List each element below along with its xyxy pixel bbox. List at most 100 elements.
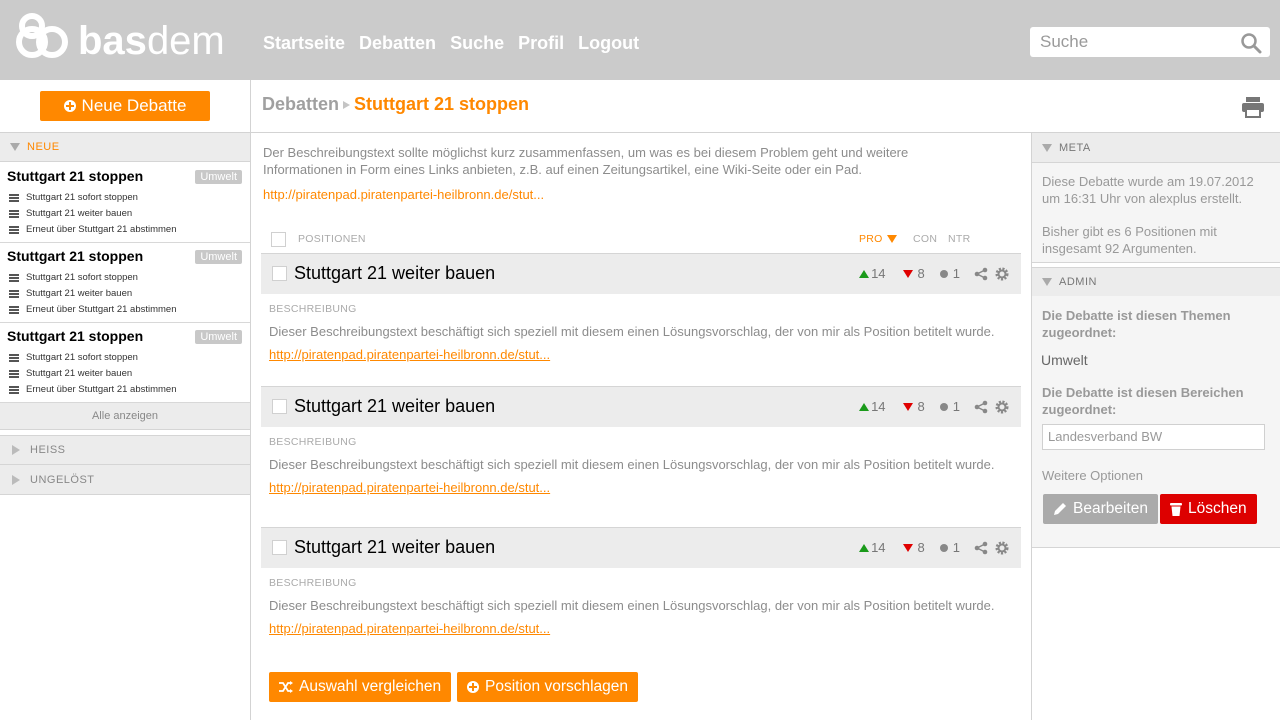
print-icon[interactable] [1241,96,1265,118]
position-link[interactable]: http://piratenpad.piratenpartei-heilbron… [269,480,1013,495]
more-options-label: Weitere Optionen [1042,468,1143,483]
share-icon[interactable] [974,541,988,555]
compare-selection-button[interactable]: Auswahl vergleichen [269,672,452,702]
col-con[interactable]: CON [913,233,937,245]
position-header: Stuttgart 21 weiter bauen 14 8 1 [261,254,1021,294]
debate-item[interactable]: Stuttgart 21 stoppen Umwelt Stuttgart 21… [0,163,250,243]
list-icon [9,369,19,378]
nav-startseite[interactable]: Startseite [263,33,345,54]
con-arrow-icon[interactable] [902,543,913,552]
col-ntr[interactable]: NTR [948,233,970,245]
search-input[interactable] [1030,27,1230,57]
position-link[interactable]: Stuttgart 21 weiter bauen [9,208,132,219]
section-hot[interactable]: HEISS [0,435,250,465]
nav-debatten[interactable]: Debatten [359,33,436,54]
col-pro-sort[interactable]: PRO [859,233,899,245]
position-body: BESCHREIBUNG Dieser Beschreibungstext be… [261,294,1021,362]
nav-profil[interactable]: Profil [518,33,564,54]
position-link[interactable]: Erneut über Stuttgart 21 abstimmen [9,304,177,315]
pro-count: 14 [871,399,886,414]
search-icon[interactable] [1240,32,1262,54]
position-description: Dieser Beschreibungstext beschäftigt sic… [269,598,995,613]
position-title[interactable]: Stuttgart 21 weiter bauen [294,537,495,558]
compare-label: Auswahl vergleichen [299,678,442,695]
con-count: 8 [917,399,925,414]
nav-suche[interactable]: Suche [450,33,504,54]
meta-header[interactable]: META [1032,133,1280,163]
position-label: Erneut über Stuttgart 21 abstimmen [26,304,177,315]
nav-logout[interactable]: Logout [578,33,639,54]
new-debate-button[interactable]: Neue Debatte [40,91,210,121]
theme-value[interactable]: Umwelt [1041,352,1271,368]
area-field[interactable]: Landesverband BW [1042,424,1265,450]
position-item: Stuttgart 21 weiter bauen 14 8 1 BESCHRE… [261,387,1021,495]
position-link[interactable]: Erneut über Stuttgart 21 abstimmen [9,384,177,395]
meta-title: META [1059,141,1091,154]
propose-position-button[interactable]: Position vorschlagen [457,672,639,702]
position-header: Stuttgart 21 weiter bauen 14 8 1 [261,387,1021,427]
position-link[interactable]: Erneut über Stuttgart 21 abstimmen [9,224,177,235]
debate-item[interactable]: Stuttgart 21 stoppen Umwelt Stuttgart 21… [0,323,250,403]
description-label: BESCHREIBUNG [269,577,357,589]
triangle-down-icon [10,143,20,151]
basdem-logo[interactable]: basdem [14,12,225,70]
tag-badge: Umwelt [195,330,242,344]
edit-button[interactable]: Bearbeiten [1043,494,1158,524]
neutral-dot-icon[interactable] [939,269,948,278]
description-label: BESCHREIBUNG [269,303,357,315]
delete-button[interactable]: Löschen [1160,494,1257,524]
vote-counts: 14 8 1 [859,399,1009,414]
list-icon [9,193,19,202]
gear-icon[interactable] [995,541,1009,555]
ntr-count: 1 [952,266,960,281]
debate-title[interactable]: Stuttgart 21 stoppen [7,248,143,264]
position-checkbox[interactable] [272,540,287,555]
neutral-dot-icon[interactable] [939,402,948,411]
section-unsolved[interactable]: UNGELÖST [0,465,250,495]
pro-arrow-icon[interactable] [859,543,870,552]
trash-icon [1170,503,1182,516]
position-title[interactable]: Stuttgart 21 weiter bauen [294,263,495,284]
position-checkbox[interactable] [272,266,287,281]
con-arrow-icon[interactable] [902,269,913,278]
breadcrumb-arrow-icon [343,100,351,109]
search-box [1030,27,1270,57]
admin-header[interactable]: ADMIN [1032,267,1280,297]
share-icon[interactable] [974,400,988,414]
list-icon [9,289,19,298]
tag-badge: Umwelt [195,170,242,184]
position-link[interactable]: Stuttgart 21 sofort stoppen [9,192,138,203]
right-sidebar: META Diese Debatte wurde am 19.07.2012 u… [1031,133,1280,720]
debate-item[interactable]: Stuttgart 21 stoppen Umwelt Stuttgart 21… [0,243,250,323]
position-link[interactable]: Stuttgart 21 weiter bauen [9,288,132,299]
show-all-link[interactable]: Alle anzeigen [0,403,250,430]
share-icon[interactable] [974,267,988,281]
breadcrumb-parent[interactable]: Debatten [262,94,339,115]
position-link[interactable]: http://piratenpad.piratenpartei-heilbron… [269,347,1013,362]
pro-arrow-icon[interactable] [859,269,870,278]
con-arrow-icon[interactable] [902,402,913,411]
meta-created-text: Diese Debatte wurde am 19.07.2012 um 16:… [1042,174,1254,206]
debate-title[interactable]: Stuttgart 21 stoppen [7,328,143,344]
plus-circle-icon [467,681,479,693]
pro-arrow-icon[interactable] [859,402,870,411]
themes-question: Die Debatte ist diesen Themen zugeordnet… [1042,308,1231,340]
position-title[interactable]: Stuttgart 21 weiter bauen [294,396,495,417]
gear-icon[interactable] [995,267,1009,281]
description-link[interactable]: http://piratenpad.piratenpartei-heilbron… [263,186,963,203]
gear-icon[interactable] [995,400,1009,414]
debate-title[interactable]: Stuttgart 21 stoppen [7,168,143,184]
triangle-down-icon [1042,278,1052,286]
position-label: Erneut über Stuttgart 21 abstimmen [26,224,177,235]
position-link[interactable]: http://piratenpad.piratenpartei-heilbron… [269,621,1013,636]
position-link[interactable]: Stuttgart 21 sofort stoppen [9,272,138,283]
position-link[interactable]: Stuttgart 21 weiter bauen [9,368,132,379]
areas-question: Die Debatte ist diesen Bereichen zugeord… [1042,385,1244,417]
section-new[interactable]: NEUE [0,132,250,162]
select-all-checkbox[interactable] [271,232,286,247]
position-link[interactable]: Stuttgart 21 sofort stoppen [9,352,138,363]
triangle-down-icon [1042,143,1052,152]
delete-label: Löschen [1188,500,1247,517]
position-checkbox[interactable] [272,399,287,414]
neutral-dot-icon[interactable] [939,543,948,552]
